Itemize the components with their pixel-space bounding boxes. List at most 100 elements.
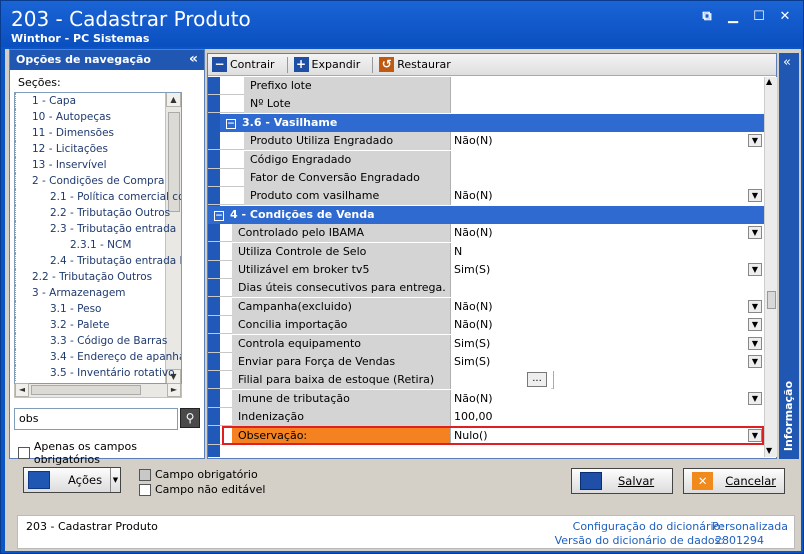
tree-item[interactable]: 3.4 - Endereço de apanha bbox=[15, 349, 181, 365]
property-value[interactable]: Não(N) ▼ bbox=[451, 316, 764, 335]
grid-scroll-thumb[interactable] bbox=[767, 291, 776, 309]
tree-item[interactable]: 2 - Condições de Compra bbox=[15, 173, 181, 189]
hscroll-thumb[interactable] bbox=[31, 385, 141, 395]
config-label: Configuração do dicionário: bbox=[572, 520, 724, 533]
tree-item[interactable]: 2.3.1 - NCM bbox=[15, 237, 181, 253]
property-value[interactable]: Não(N) ▼ bbox=[451, 389, 764, 408]
dropdown-arrow-icon[interactable]: ▼ bbox=[748, 226, 762, 240]
tree-item[interactable]: 2.1 - Política comercial comp bbox=[15, 189, 181, 205]
property-value-text: N bbox=[454, 244, 463, 258]
dropdown-arrow-icon[interactable]: ▼ bbox=[748, 263, 762, 276]
dropdown-arrow-icon[interactable]: ▼ bbox=[748, 299, 762, 313]
property-value[interactable]: Sim(S) ▼ bbox=[451, 353, 764, 371]
property-value[interactable]: Sim(S) ▼ bbox=[451, 261, 764, 279]
property-label: Utilizável em broker tv5 bbox=[232, 261, 451, 279]
tree-vertical-scrollbar[interactable]: ▲ ▼ bbox=[165, 93, 181, 383]
section-header[interactable]: −3.6 - Vasilhame bbox=[220, 113, 764, 132]
dropdown-arrow-icon[interactable]: ▼ bbox=[748, 391, 762, 405]
property-value[interactable]: Não(N) ▼ bbox=[451, 297, 764, 316]
cancel-button[interactable]: ✕ Cancelar bbox=[683, 468, 785, 494]
dropdown-arrow-icon[interactable]: ▼ bbox=[748, 355, 762, 368]
minimize-icon[interactable]: ▁ bbox=[725, 9, 741, 25]
info-panel[interactable]: « Informação bbox=[779, 53, 799, 459]
checkbox-box[interactable] bbox=[18, 447, 30, 459]
property-row: Filial para baixa de estoque (Retira)... bbox=[208, 371, 764, 390]
scroll-right-icon[interactable]: ► bbox=[167, 383, 181, 397]
property-value[interactable]: ... bbox=[451, 371, 551, 390]
property-label: Prefixo lote bbox=[244, 77, 451, 95]
dropdown-arrow-icon[interactable]: ▼ bbox=[748, 189, 762, 203]
tree-item[interactable]: 2.4 - Tributação entrada In bbox=[15, 253, 181, 269]
dropdown-arrow-icon[interactable]: ▼ bbox=[748, 336, 762, 350]
tree-item[interactable]: 13 - Inservível bbox=[15, 157, 181, 173]
property-value-text: Não(N) bbox=[454, 134, 493, 148]
save-label: Salvar bbox=[618, 474, 655, 488]
collapse-section-icon[interactable]: − bbox=[214, 210, 224, 221]
property-row: Nº Lote bbox=[208, 95, 764, 114]
property-value-text: Não(N) bbox=[454, 391, 493, 405]
filial-description-field[interactable] bbox=[553, 371, 764, 390]
version-label: Versão do dicionário de dados: bbox=[554, 534, 724, 547]
tree-item[interactable]: 3.2 - Palete bbox=[15, 317, 181, 333]
grid-scroll-up-icon[interactable]: ▲ bbox=[766, 77, 772, 86]
close-icon[interactable]: ✕ bbox=[777, 9, 793, 25]
tree-item[interactable]: 2.3 - Tributação entrada bbox=[15, 221, 181, 237]
property-value[interactable]: Não(N) ▼ bbox=[451, 132, 764, 151]
restore-window-icon[interactable]: ⧉ bbox=[699, 9, 715, 25]
property-value[interactable]: Sim(S) ▼ bbox=[451, 334, 764, 353]
tree-item[interactable]: 11 - Dimensões bbox=[15, 125, 181, 141]
scroll-up-icon[interactable]: ▲ bbox=[166, 93, 181, 107]
client-area: Opções de navegação « Seções: 1 - Capa 10… bbox=[5, 49, 801, 551]
actions-button[interactable]: Ações ▼ bbox=[23, 467, 121, 493]
tree-item[interactable]: 2.2 - Tributação Outros bbox=[15, 205, 181, 221]
property-value[interactable] bbox=[451, 169, 764, 187]
property-value[interactable]: Nulo() ▼ bbox=[451, 426, 764, 445]
property-value[interactable]: 100,00 bbox=[451, 408, 764, 427]
only-required-checkbox[interactable]: Apenas os campos obrigatórios bbox=[18, 440, 204, 466]
tree-item[interactable]: 1 - Capa bbox=[15, 93, 181, 109]
property-value[interactable] bbox=[451, 95, 764, 114]
property-value-text: Sim(S) bbox=[454, 336, 491, 350]
tree-horizontal-scrollbar[interactable]: ◄ ► bbox=[14, 383, 182, 398]
property-value[interactable]: N bbox=[451, 242, 764, 261]
chevron-down-icon[interactable]: ▼ bbox=[110, 468, 120, 492]
property-value-text: Sim(S) bbox=[454, 263, 491, 276]
search-input[interactable]: obs bbox=[14, 408, 178, 430]
scroll-left-icon[interactable]: ◄ bbox=[15, 383, 29, 397]
tree-item[interactable]: 3.1 - Peso bbox=[15, 301, 181, 317]
maximize-icon[interactable]: ☐ bbox=[751, 9, 767, 25]
property-value[interactable]: Não(N) ▼ bbox=[451, 187, 764, 206]
dropdown-arrow-icon[interactable]: ▼ bbox=[748, 428, 762, 442]
property-value[interactable]: Não(N) ▼ bbox=[451, 224, 764, 243]
tree-item[interactable]: 2.2 - Tributação Outros bbox=[15, 269, 181, 285]
property-value[interactable] bbox=[451, 77, 764, 95]
tree-item[interactable]: 3.3 - Código de Barras bbox=[15, 333, 181, 349]
collapse-section-icon[interactable]: − bbox=[226, 118, 236, 129]
browse-button[interactable]: ... bbox=[527, 372, 547, 388]
collapse-label: Contrair bbox=[230, 58, 275, 71]
window-subtitle: Winthor - PC Sistemas bbox=[11, 32, 150, 45]
property-row: Concilia importação Não(N) ▼ bbox=[208, 316, 764, 335]
legend-noneditable-swatch bbox=[139, 483, 151, 496]
grid-scrollbar[interactable]: ▲ ▼ bbox=[764, 77, 777, 457]
dropdown-arrow-icon[interactable]: ▼ bbox=[748, 318, 762, 332]
tree-item[interactable]: 3.5 - Inventário rotativo bbox=[15, 365, 181, 381]
grid-scroll-down-icon[interactable]: ▼ bbox=[766, 446, 772, 455]
collapse-button[interactable]: − Contrair bbox=[212, 57, 281, 72]
dropdown-arrow-icon[interactable]: ▼ bbox=[748, 134, 762, 148]
property-value[interactable] bbox=[451, 150, 764, 169]
tree-item-label: 12 - Licitações bbox=[32, 143, 108, 155]
status-screen-name: 203 - Cadastrar Produto bbox=[26, 520, 158, 533]
tree-item[interactable]: 3 - Armazenagem bbox=[15, 285, 181, 301]
restore-button[interactable]: ↺ Restaurar bbox=[379, 57, 456, 72]
tree-item[interactable]: 12 - Licitações bbox=[15, 141, 181, 157]
section-header[interactable]: −4 - Condições de Venda bbox=[208, 205, 764, 224]
search-icon[interactable]: ⚲ bbox=[180, 408, 200, 428]
property-label: Campanha(excluido) bbox=[232, 297, 451, 316]
tree-item[interactable]: 10 - Autopeças bbox=[15, 109, 181, 125]
save-button[interactable]: Salvar bbox=[571, 468, 673, 494]
collapse-panel-icon[interactable]: « bbox=[189, 51, 198, 67]
property-value[interactable] bbox=[451, 279, 764, 298]
expand-info-icon[interactable]: « bbox=[783, 55, 791, 70]
expand-button[interactable]: + Expandir bbox=[293, 57, 367, 72]
